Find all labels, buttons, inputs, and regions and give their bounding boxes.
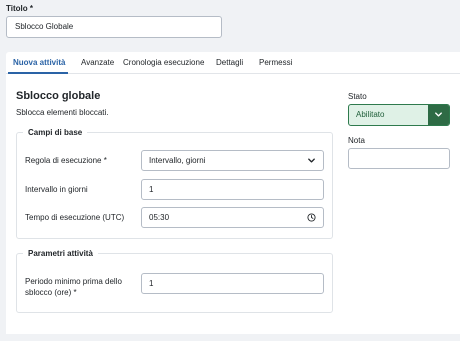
time-input[interactable]: 05:30 xyxy=(141,207,324,228)
time-input-value: 05:30 xyxy=(149,213,170,222)
tab-execution-history[interactable]: Cronologia esecuzione xyxy=(123,52,204,74)
tab-bar: Nuova attività Avanzate Cronologia esecu… xyxy=(6,52,460,74)
basic-fields-fieldset: Campi di base Regola di esecuzione * Int… xyxy=(16,128,333,239)
status-select[interactable]: Abilitato xyxy=(348,104,450,126)
min-period-label-line1: Periodo minimo prima dello xyxy=(25,277,122,286)
main-panel: Nuova attività Avanzate Cronologia esecu… xyxy=(6,52,460,334)
title-label: Titolo * xyxy=(6,4,33,13)
time-label: Tempo di esecuzione (UTC) xyxy=(25,213,125,222)
task-params-legend: Parametri attività xyxy=(23,249,98,258)
clock-icon[interactable] xyxy=(307,213,316,222)
interval-input[interactable]: 1 xyxy=(141,179,324,200)
min-period-label-line2: sblocco (ore) * xyxy=(25,288,77,297)
rule-label: Regola di esecuzione * xyxy=(25,156,107,165)
chevron-down-icon xyxy=(308,158,315,163)
task-params-fieldset: Parametri attività Periodo minimo prima … xyxy=(16,249,333,313)
note-input[interactable] xyxy=(348,148,450,169)
rule-select-value: Intervallo, giorni xyxy=(149,156,206,165)
status-label: Stato xyxy=(348,92,367,101)
page-heading: Sblocco globale xyxy=(16,90,101,102)
tab-details[interactable]: Dettagli xyxy=(216,52,243,74)
status-select-button[interactable] xyxy=(428,105,449,125)
tab-permissions[interactable]: Permessi xyxy=(259,52,292,74)
basic-fields-legend: Campi di base xyxy=(23,128,88,137)
interval-label: Intervallo in giorni xyxy=(25,185,88,194)
note-label: Nota xyxy=(348,136,365,145)
min-period-input[interactable]: 1 xyxy=(141,273,324,294)
min-period-label: Periodo minimo prima dello sblocco (ore)… xyxy=(25,276,122,298)
status-select-value: Abilitato xyxy=(356,110,385,119)
tab-new-task[interactable]: Nuova attività xyxy=(13,52,65,74)
chevron-down-icon xyxy=(435,112,442,117)
tab-advanced[interactable]: Avanzate xyxy=(81,52,114,74)
rule-select[interactable]: Intervallo, giorni xyxy=(141,150,324,171)
page-description: Sblocca elementi bloccati. xyxy=(16,108,109,117)
title-input[interactable]: Sblocco Globale xyxy=(6,16,222,38)
active-tab-indicator xyxy=(8,72,68,74)
